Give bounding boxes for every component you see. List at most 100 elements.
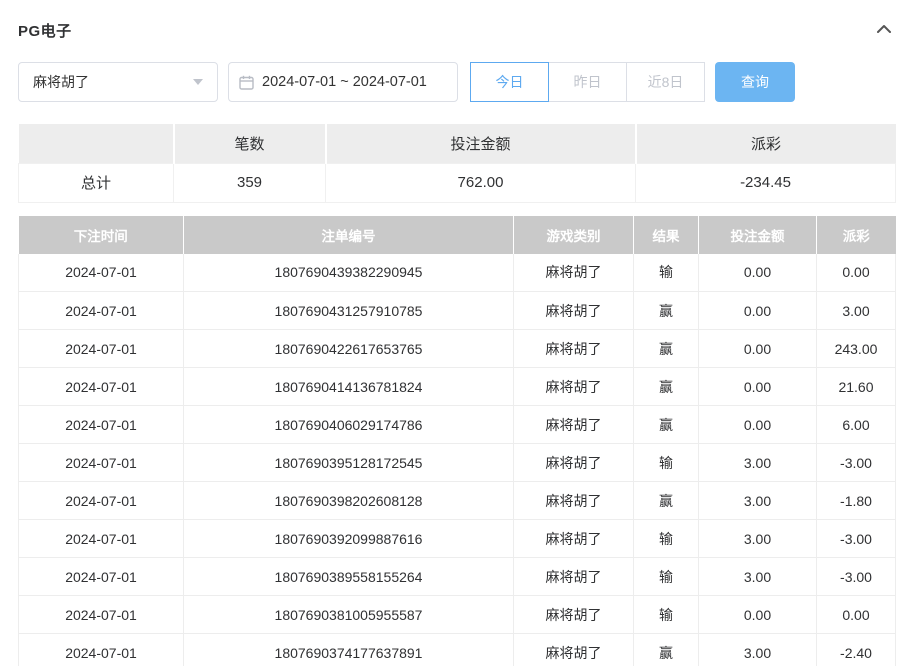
table-row: 2024-07-01 1807690414136781824 麻将胡了 赢 0.… <box>19 368 896 406</box>
cell-bet-amount: 0.00 <box>699 406 817 444</box>
cell-bet-id: 1807690381005955587 <box>184 596 514 634</box>
chevron-down-icon <box>193 79 203 85</box>
table-row: 2024-07-01 1807690395128172545 麻将胡了 输 3.… <box>19 444 896 482</box>
summary-count-value: 359 <box>174 163 326 202</box>
cell-bet-time: 2024-07-01 <box>19 482 184 520</box>
cell-bet-amount: 3.00 <box>699 482 817 520</box>
cell-bet-amount: 0.00 <box>699 368 817 406</box>
cell-result: 输 <box>634 520 699 558</box>
cell-bet-time: 2024-07-01 <box>19 330 184 368</box>
cell-bet-amount: 3.00 <box>699 634 817 666</box>
cell-payout: -2.40 <box>817 634 896 666</box>
table-row: 2024-07-01 1807690406029174786 麻将胡了 赢 0.… <box>19 406 896 444</box>
cell-result: 输 <box>634 596 699 634</box>
cell-payout: 6.00 <box>817 406 896 444</box>
bet-table-header-row: 下注时间 注单编号 游戏类别 结果 投注金额 派彩 <box>19 216 896 254</box>
cell-game-type: 麻将胡了 <box>514 406 634 444</box>
cell-bet-time: 2024-07-01 <box>19 368 184 406</box>
table-row: 2024-07-01 1807690439382290945 麻将胡了 输 0.… <box>19 254 896 292</box>
summary-bet-amount-value: 762.00 <box>326 163 636 202</box>
date-range-input[interactable]: 2024-07-01 ~ 2024-07-01 <box>228 62 458 102</box>
calendar-icon <box>239 75 254 90</box>
cell-bet-id: 1807690414136781824 <box>184 368 514 406</box>
bet-records-table: 下注时间 注单编号 游戏类别 结果 投注金额 派彩 2024-07-01 180… <box>18 216 896 666</box>
table-row: 2024-07-01 1807690389558155264 麻将胡了 输 3.… <box>19 558 896 596</box>
header-bet-time: 下注时间 <box>19 216 184 254</box>
cell-result: 赢 <box>634 634 699 666</box>
cell-payout: -3.00 <box>817 520 896 558</box>
collapse-button[interactable] <box>872 17 896 43</box>
table-row: 2024-07-01 1807690374177637891 麻将胡了 赢 3.… <box>19 634 896 666</box>
cell-payout: 0.00 <box>817 254 896 292</box>
cell-game-type: 麻将胡了 <box>514 330 634 368</box>
header-game-type: 游戏类别 <box>514 216 634 254</box>
cell-bet-id: 1807690406029174786 <box>184 406 514 444</box>
table-row: 2024-07-01 1807690381005955587 麻将胡了 输 0.… <box>19 596 896 634</box>
game-select-value: 麻将胡了 <box>33 72 89 92</box>
cell-game-type: 麻将胡了 <box>514 596 634 634</box>
cell-bet-amount: 0.00 <box>699 330 817 368</box>
cell-result: 赢 <box>634 330 699 368</box>
cell-result: 输 <box>634 558 699 596</box>
cell-payout: 3.00 <box>817 292 896 330</box>
panel-header: PG电子 <box>18 12 896 48</box>
cell-bet-id: 1807690392099887616 <box>184 520 514 558</box>
table-row: 2024-07-01 1807690422617653765 麻将胡了 赢 0.… <box>19 330 896 368</box>
last-8-days-button[interactable]: 近8日 <box>626 62 705 102</box>
quick-button-group: 今日昨日近8日 <box>470 62 705 102</box>
cell-game-type: 麻将胡了 <box>514 292 634 330</box>
cell-game-type: 麻将胡了 <box>514 254 634 292</box>
cell-bet-id: 1807690422617653765 <box>184 330 514 368</box>
cell-bet-id: 1807690374177637891 <box>184 634 514 666</box>
cell-payout: -3.00 <box>817 444 896 482</box>
game-select[interactable]: 麻将胡了 <box>18 62 218 102</box>
cell-result: 输 <box>634 254 699 292</box>
cell-bet-amount: 0.00 <box>699 254 817 292</box>
cell-bet-amount: 3.00 <box>699 520 817 558</box>
bet-table-body: 2024-07-01 1807690439382290945 麻将胡了 输 0.… <box>19 254 896 666</box>
cell-result: 赢 <box>634 406 699 444</box>
cell-payout: -3.00 <box>817 558 896 596</box>
cell-bet-time: 2024-07-01 <box>19 634 184 666</box>
query-button[interactable]: 查询 <box>715 62 795 102</box>
table-row: 2024-07-01 1807690431257910785 麻将胡了 赢 0.… <box>19 292 896 330</box>
cell-bet-amount: 0.00 <box>699 292 817 330</box>
header-result: 结果 <box>634 216 699 254</box>
cell-bet-amount: 3.00 <box>699 444 817 482</box>
cell-result: 赢 <box>634 482 699 520</box>
cell-bet-time: 2024-07-01 <box>19 406 184 444</box>
cell-payout: 0.00 <box>817 596 896 634</box>
cell-game-type: 麻将胡了 <box>514 520 634 558</box>
header-bet-amount: 投注金额 <box>699 216 817 254</box>
cell-bet-amount: 3.00 <box>699 558 817 596</box>
cell-payout: 243.00 <box>817 330 896 368</box>
summary-table: 笔数 投注金额 派彩 总计 359 762.00 -234.45 <box>18 124 896 203</box>
cell-bet-time: 2024-07-01 <box>19 444 184 482</box>
summary-header-blank <box>19 124 174 163</box>
table-row: 2024-07-01 1807690392099887616 麻将胡了 输 3.… <box>19 520 896 558</box>
summary-header-row: 笔数 投注金额 派彩 <box>19 124 896 163</box>
summary-header-bet-amount: 投注金额 <box>326 124 636 163</box>
cell-payout: -1.80 <box>817 482 896 520</box>
cell-bet-id: 1807690398202608128 <box>184 482 514 520</box>
filter-bar: 麻将胡了 2024-07-01 ~ 2024-07-01 今日昨日近8日 查询 <box>18 62 896 102</box>
header-payout: 派彩 <box>817 216 896 254</box>
cell-result: 输 <box>634 444 699 482</box>
table-row: 2024-07-01 1807690398202608128 麻将胡了 赢 3.… <box>19 482 896 520</box>
cell-bet-id: 1807690439382290945 <box>184 254 514 292</box>
cell-game-type: 麻将胡了 <box>514 444 634 482</box>
cell-bet-time: 2024-07-01 <box>19 558 184 596</box>
cell-game-type: 麻将胡了 <box>514 634 634 666</box>
cell-bet-amount: 0.00 <box>699 596 817 634</box>
today-button[interactable]: 今日 <box>470 62 549 102</box>
cell-bet-time: 2024-07-01 <box>19 292 184 330</box>
cell-payout: 21.60 <box>817 368 896 406</box>
cell-result: 赢 <box>634 292 699 330</box>
cell-bet-id: 1807690395128172545 <box>184 444 514 482</box>
date-range-value: 2024-07-01 ~ 2024-07-01 <box>262 74 427 90</box>
summary-total-label: 总计 <box>19 163 174 202</box>
betting-records-panel: PG电子 麻将胡了 2024-07-01 ~ 2024-07-01 今日昨日近8… <box>0 0 914 666</box>
cell-bet-time: 2024-07-01 <box>19 520 184 558</box>
yesterday-button[interactable]: 昨日 <box>548 62 627 102</box>
summary-header-payout: 派彩 <box>636 124 896 163</box>
